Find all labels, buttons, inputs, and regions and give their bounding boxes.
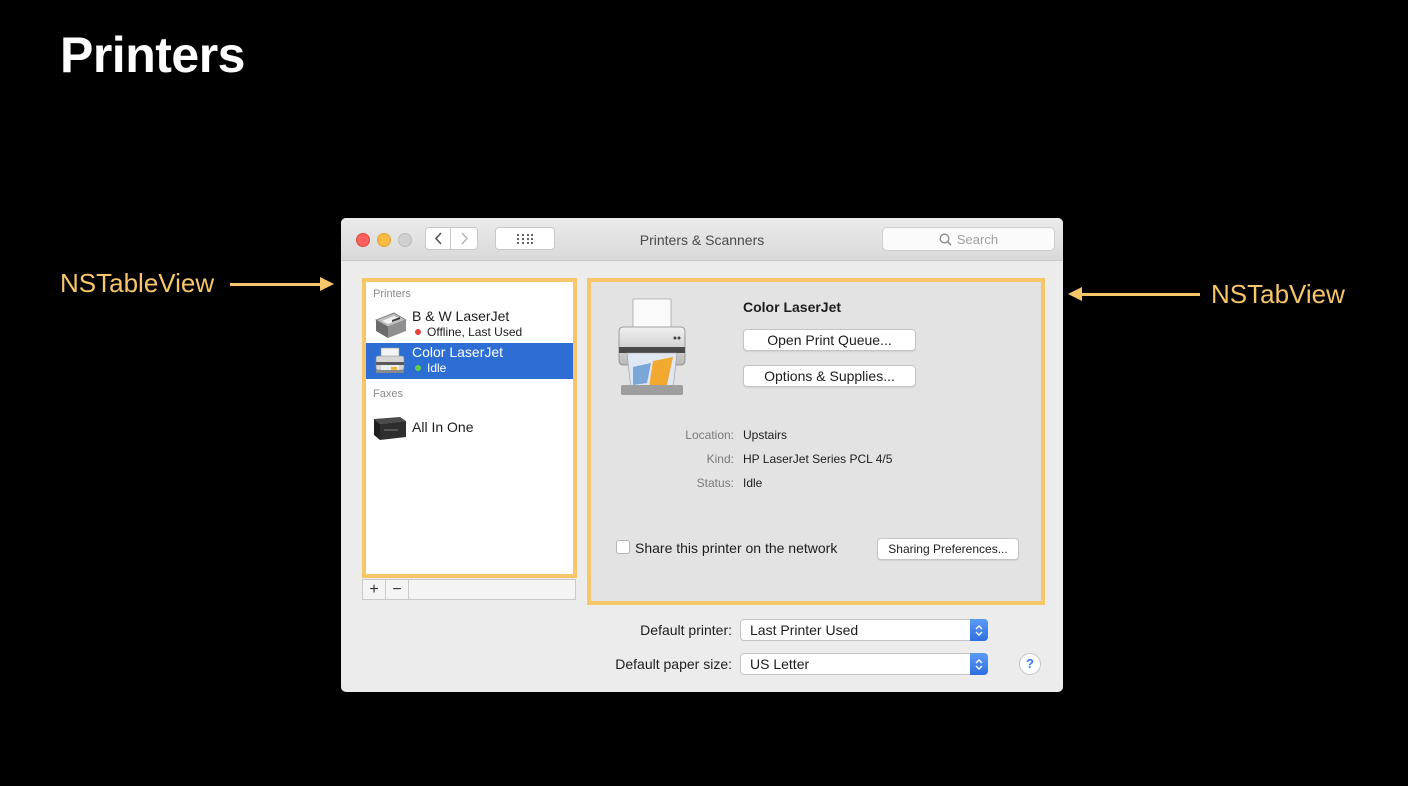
nstabview-callout: NSTabView [1211,279,1345,309]
printer-status: Idle [415,361,446,375]
printer-detail-panel: Color LaserJet Open Print Queue... Optio… [587,278,1045,605]
printer-list[interactable]: Printers B & W LaserJet Offline, Last Us… [362,278,577,578]
open-print-queue-button[interactable]: Open Print Queue... [743,329,916,351]
location-label: Location: [685,428,734,442]
selected-printer-name: Color LaserJet [743,299,842,315]
right-arrow-icon [230,277,334,291]
share-printer-label[interactable]: Share this printer on the network [635,540,837,556]
list-item-bw-laserjet[interactable]: B & W LaserJet Offline, Last Used [366,307,573,343]
list-item-color-laserjet[interactable]: Color LaserJet Idle [366,343,573,379]
share-printer-checkbox[interactable] [616,540,630,554]
default-paper-size-label: Default paper size: [615,656,732,672]
search-placeholder: Search [956,231,999,247]
idle-status-dot-icon [415,365,421,371]
printer-status-text: Offline, Last Used [427,325,523,339]
nstableview-callout: NSTableView [60,268,215,298]
all-in-one-printer-icon [374,417,406,440]
faxes-section-header: Faxes [373,388,403,400]
kind-value: HP LaserJet Series PCL 4/5 [743,452,893,466]
left-arrow-icon [1068,287,1200,301]
color-printer-icon [375,347,405,373]
printer-name: All In One [412,419,474,435]
printer-status: Offline, Last Used [415,325,522,339]
printer-name: Color LaserJet [412,344,504,360]
remove-printer-button[interactable]: − [386,580,409,599]
popup-arrows-icon [970,653,988,675]
add-printer-button[interactable]: + [363,580,386,599]
status-value: Idle [743,476,763,490]
default-paper-size-value: US Letter [750,656,810,672]
default-printer-popup[interactable]: Last Printer Used [740,619,988,641]
help-button[interactable]: ? [1019,653,1041,675]
default-printer-value: Last Printer Used [750,622,859,638]
printer-status-text: Idle [427,361,447,375]
kind-label: Kind: [706,452,734,466]
add-remove-bar: + − [362,579,576,600]
offline-status-dot-icon [415,329,421,335]
popup-arrows-icon [970,619,988,641]
list-item-all-in-one[interactable]: All In One [366,410,573,446]
slide: Printers NSTableView NSTabView Printers … [0,0,1408,786]
slide-title: Printers [60,27,245,83]
printers-section-header: Printers [373,288,411,300]
default-paper-size-popup[interactable]: US Letter [740,653,988,675]
sharing-preferences-button[interactable]: Sharing Preferences... [877,538,1019,560]
status-label: Status: [696,476,734,490]
printer-name: B & W LaserJet [412,308,510,324]
location-value: Upstairs [743,428,788,442]
printers-window: Printers & Scanners Search Printers B & … [341,218,1063,692]
options-supplies-button[interactable]: Options & Supplies... [743,365,916,387]
default-printer-label: Default printer: [640,622,732,638]
search-icon [939,233,952,246]
bw-printer-icon [375,312,407,338]
printer-icon [618,298,686,395]
search-field[interactable]: Search [882,227,1055,251]
title-bar: Printers & Scanners Search [341,218,1063,261]
